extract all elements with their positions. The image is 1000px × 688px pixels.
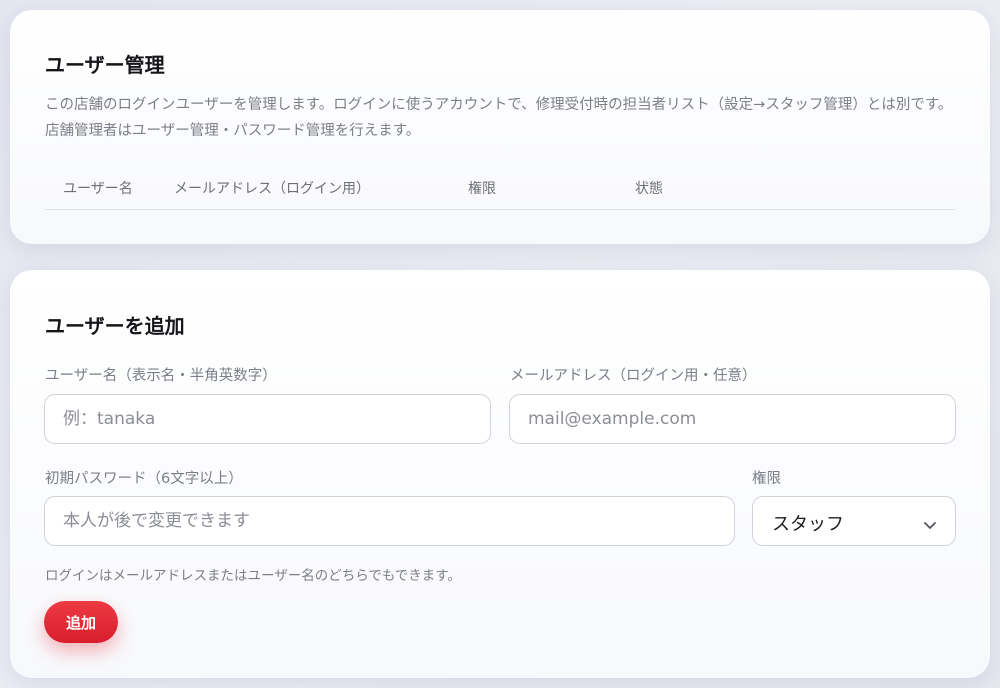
- add-user-title: ユーザーを追加: [45, 314, 185, 338]
- add-user-button[interactable]: 追加: [44, 601, 118, 643]
- role-label: 権限: [752, 471, 781, 487]
- password-label: 初期パスワード（6文字以上）: [45, 471, 243, 487]
- add-user-card: ユーザーを追加 ユーザー名（表示名・半角英数字） メールアドレス（ログイン用・任…: [10, 270, 990, 678]
- column-header-role[interactable]: 権限: [468, 178, 496, 198]
- user-management-title: ユーザー管理: [45, 53, 165, 77]
- password-input[interactable]: [44, 496, 735, 546]
- user-management-description: この店舗のログインユーザーを管理します。ログインに使うアカウントで、修理受付時の…: [45, 97, 953, 139]
- column-header-username[interactable]: ユーザー名: [63, 178, 133, 198]
- role-select[interactable]: スタッフ: [752, 496, 956, 546]
- login-hint: ログインはメールアドレスまたはユーザー名のどちらでもできます。: [45, 568, 461, 584]
- username-label: ユーザー名（表示名・半角英数字）: [45, 368, 277, 384]
- email-label: メールアドレス（ログイン用・任意）: [510, 368, 757, 384]
- column-header-email[interactable]: メールアドレス（ログイン用）: [174, 178, 370, 198]
- chevron-down-icon: [923, 515, 937, 536]
- username-input[interactable]: [44, 394, 491, 444]
- email-input[interactable]: [509, 394, 956, 444]
- user-management-card: ユーザー管理 この店舗のログインユーザーを管理します。ログインに使うアカウントで…: [10, 10, 990, 244]
- role-selected-value: スタッフ: [772, 514, 844, 535]
- column-header-status[interactable]: 状態: [635, 178, 663, 198]
- users-table-header: ユーザー名 メールアドレス（ログイン用） 権限 状態: [44, 174, 956, 210]
